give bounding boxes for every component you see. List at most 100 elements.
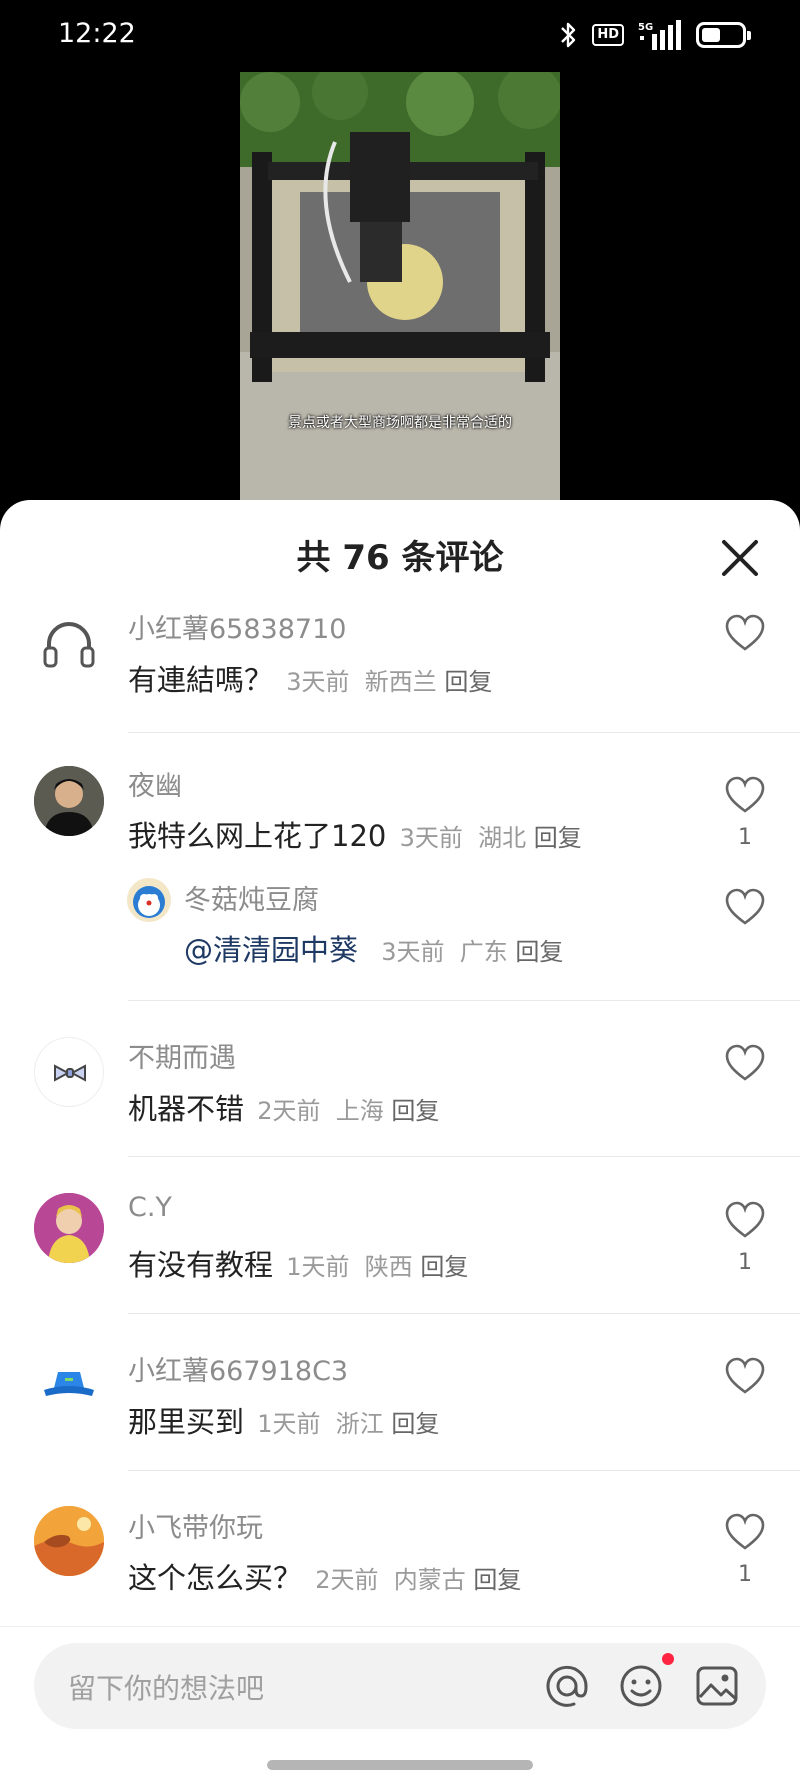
reply-button[interactable]: 回复	[391, 1410, 439, 1438]
comment-username[interactable]: 小红薯65838710	[128, 607, 346, 646]
reply-button[interactable]: 回复	[444, 668, 492, 696]
like-count: 1	[738, 825, 752, 850]
child-photo	[34, 1193, 104, 1263]
status-time: 12:22	[58, 18, 136, 49]
comment-time: 1天前	[286, 1253, 350, 1281]
comment-meta: 1天前 陕西 回复	[286, 1253, 468, 1281]
avatar[interactable]	[34, 610, 104, 680]
comment-input-bar: 留下你的想法吧	[0, 1626, 800, 1756]
emoji-icon[interactable]	[618, 1663, 664, 1709]
bucket-hat-icon	[44, 1372, 94, 1396]
avatar[interactable]	[34, 1193, 104, 1263]
comment-location: 湖北	[478, 824, 527, 852]
home-indicator[interactable]	[267, 1760, 533, 1770]
like-heart-icon[interactable]	[724, 1044, 766, 1082]
comment-text: 那里买到 1天前 浙江 回复	[128, 1399, 439, 1441]
comment-body: 我特么网上花了120	[128, 819, 387, 853]
comment-body: 这个怎么买？	[128, 1561, 303, 1595]
reply-button[interactable]: 回复	[420, 1253, 468, 1281]
avatar[interactable]	[34, 766, 104, 836]
comment-username[interactable]: 小红薯667918C3	[128, 1349, 348, 1388]
comment-meta: 1天前 浙江 回复	[257, 1410, 439, 1438]
comment-time: 2天前	[315, 1566, 379, 1594]
like-heart-icon[interactable]	[724, 1513, 766, 1551]
like-heart-icon[interactable]	[724, 614, 766, 652]
comment-body: 那里买到	[128, 1405, 245, 1439]
comment-text: 有没有教程 1天前 陕西 回复	[128, 1242, 468, 1284]
comment-input[interactable]: 留下你的想法吧	[34, 1643, 766, 1729]
reply-button[interactable]: 回复	[473, 1566, 521, 1594]
divider	[128, 1470, 800, 1471]
comment-body: 有没有教程	[128, 1248, 274, 1282]
bluetooth-icon	[561, 22, 576, 48]
desert-photo	[34, 1506, 104, 1576]
avatar[interactable]	[34, 1506, 104, 1576]
like-heart-icon[interactable]	[724, 776, 766, 814]
comments-title: 共 76 条评论	[296, 538, 504, 578]
headphones-icon	[43, 622, 95, 668]
mention-at-icon[interactable]	[544, 1663, 590, 1709]
cartoon-cat-icon	[127, 878, 171, 922]
like-heart-icon[interactable]	[724, 888, 766, 926]
comment-text: 有連結嗎？ 3天前 新西兰 回复	[128, 657, 492, 699]
like-count: 1	[738, 1250, 752, 1275]
comment-time: 3天前	[399, 824, 463, 852]
notification-dot	[662, 1653, 674, 1665]
reply-meta: 3天前 广东 回复	[381, 938, 563, 966]
divider	[128, 1000, 800, 1001]
comment-meta: 2天前 内蒙古 回复	[315, 1566, 521, 1594]
input-placeholder: 留下你的想法吧	[68, 1672, 265, 1705]
comment-time: 3天前	[286, 668, 350, 696]
comment-username[interactable]: 不期而遇	[128, 1036, 236, 1075]
reply-username[interactable]: 冬菇炖豆腐	[184, 878, 319, 917]
person-photo	[34, 766, 104, 836]
status-icons: HD 5G	[558, 20, 751, 50]
close-icon[interactable]	[716, 534, 764, 582]
comment-location: 内蒙古	[393, 1566, 466, 1594]
video-player[interactable]: 景点或者大型商场啊都是非常合适的	[240, 72, 560, 502]
comment-text: 这个怎么买？ 2天前 内蒙古 回复	[128, 1555, 521, 1597]
divider	[128, 1156, 800, 1157]
video-frame	[240, 72, 560, 502]
avatar[interactable]	[34, 1037, 104, 1107]
comment-meta: 3天前 湖北 回复	[400, 824, 582, 852]
comment-username[interactable]: C.Y	[128, 1192, 172, 1223]
comment-text: 我特么网上花了120 3天前 湖北 回复	[128, 813, 582, 855]
comment-time: 3天前	[381, 938, 445, 966]
avatar[interactable]	[127, 878, 171, 922]
comment-body: 有連結嗎？	[128, 663, 274, 697]
comment-username[interactable]: 夜幽	[128, 764, 182, 803]
like-heart-icon[interactable]	[724, 1201, 766, 1239]
comment-text: 机器不错 2天前 上海 回复	[128, 1086, 439, 1128]
comment-location: 陕西	[364, 1253, 413, 1281]
like-heart-icon[interactable]	[724, 1357, 766, 1395]
hd-badge: HD	[592, 24, 624, 46]
like-count: 1	[738, 1562, 752, 1587]
divider	[128, 732, 800, 733]
comment-location: 浙江	[335, 1410, 384, 1438]
comment-location: 新西兰	[364, 668, 437, 696]
status-bar: 12:22 HD 5G	[0, 0, 800, 72]
comment-username[interactable]: 小飞带你玩	[128, 1506, 263, 1545]
comment-location: 广东	[459, 938, 508, 966]
reply-button[interactable]: 回复	[534, 824, 582, 852]
network-label: 5G	[638, 22, 653, 33]
comment-location: 上海	[335, 1097, 384, 1125]
comment-time: 1天前	[257, 1410, 321, 1438]
comment-body: 机器不错	[128, 1092, 245, 1126]
bow-tie-icon	[54, 1064, 86, 1082]
comment-meta: 3天前 新西兰 回复	[286, 668, 492, 696]
battery-icon	[696, 22, 751, 48]
comment-meta: 2天前 上海 回复	[257, 1097, 439, 1125]
divider	[128, 1313, 800, 1314]
signal-icon: 5G	[638, 20, 681, 50]
avatar[interactable]	[34, 1350, 104, 1420]
comments-sheet: 共 76 条评论 小红薯65838710 有連結嗎？ 3天前 新西兰 回复 夜幽…	[0, 500, 800, 1784]
mention-link[interactable]: @清清园中葵	[184, 933, 358, 967]
reply-button[interactable]: 回复	[391, 1097, 439, 1125]
image-icon[interactable]	[694, 1663, 740, 1709]
reply-button[interactable]: 回复	[515, 938, 563, 966]
comment-time: 2天前	[257, 1097, 321, 1125]
reply-text: @清清园中葵 3天前 广东 回复	[184, 927, 563, 969]
video-caption: 景点或者大型商场啊都是非常合适的	[288, 415, 512, 431]
